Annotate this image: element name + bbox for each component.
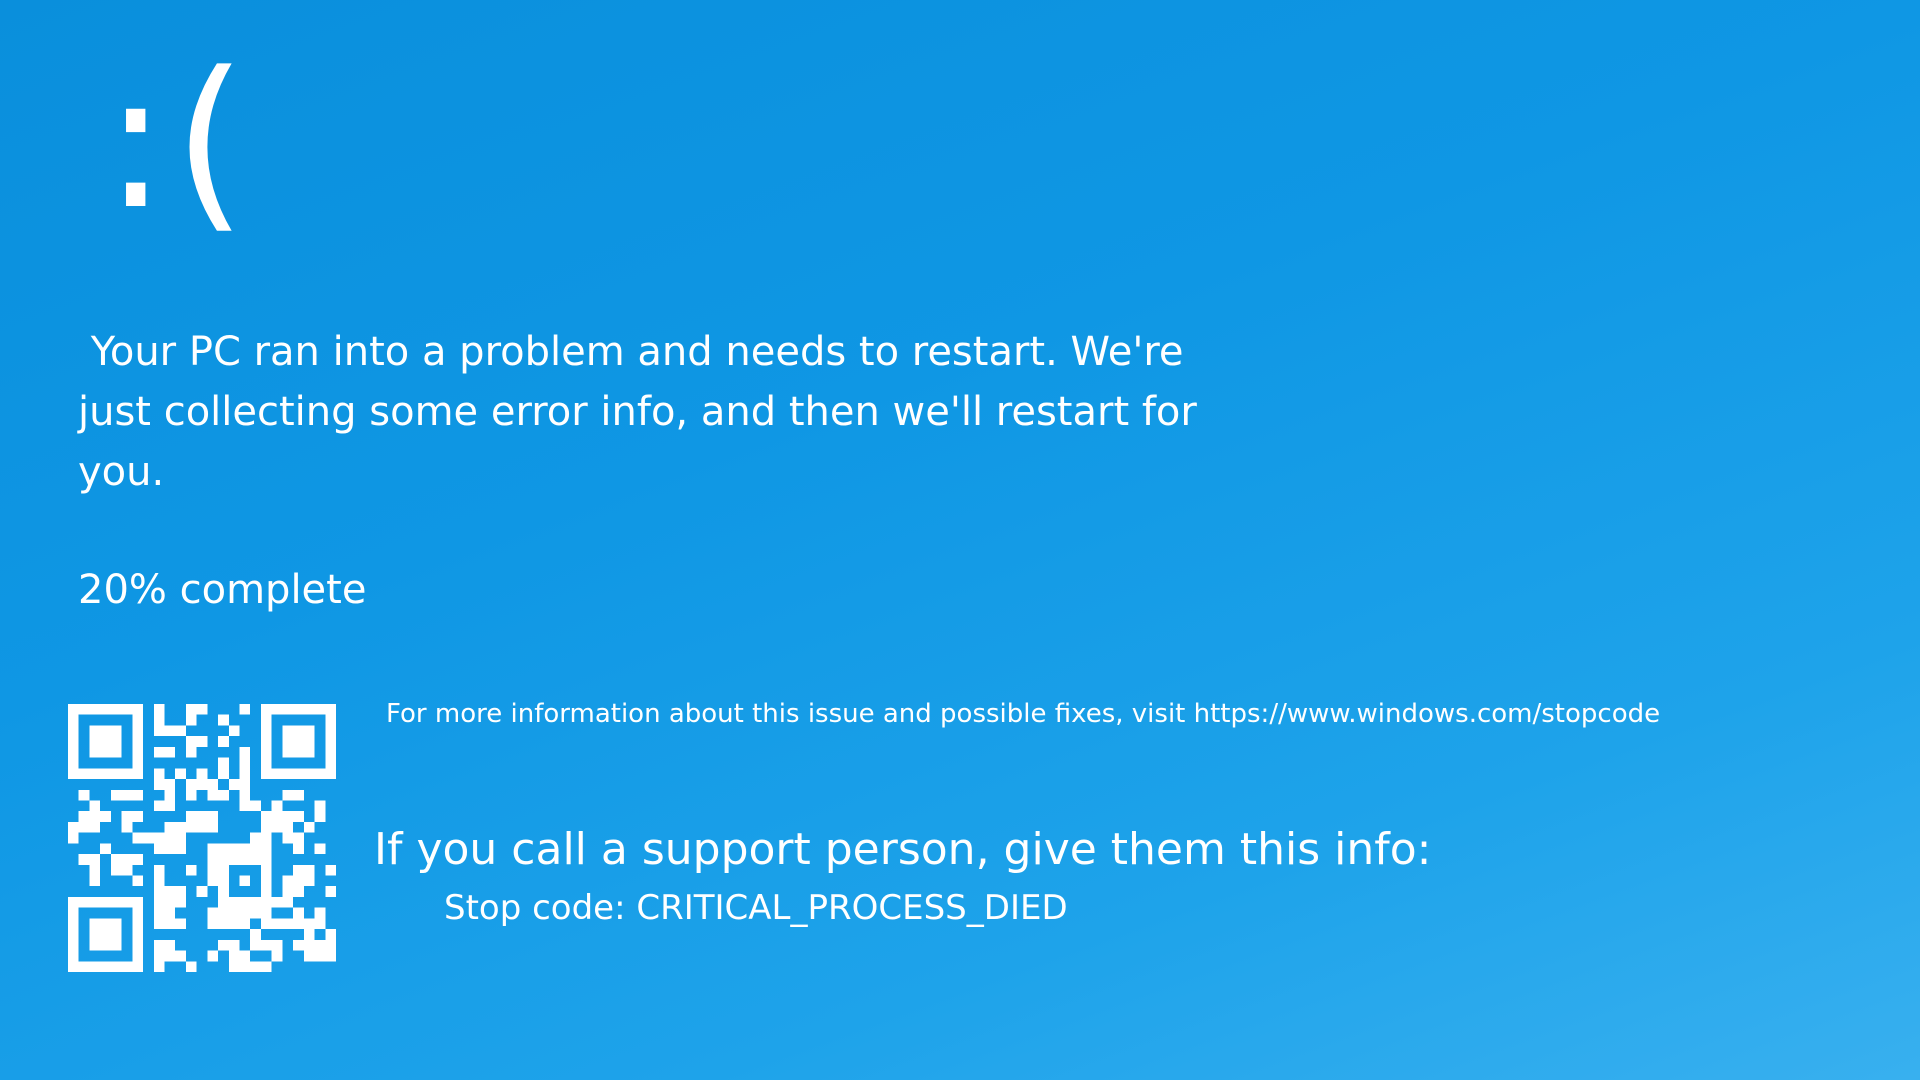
sad-face-emoticon: :( (104, 32, 253, 251)
support-prompt: If you call a support person, give them … (374, 824, 1432, 875)
stop-code: Stop code: CRITICAL_PROCESS_DIED (444, 888, 1068, 928)
progress-text: 20% complete (78, 567, 367, 613)
more-info-text: For more information about this issue an… (386, 699, 1661, 729)
qr-code-icon (68, 704, 336, 972)
error-message: Your PC ran into a problem and needs to … (78, 329, 1210, 495)
